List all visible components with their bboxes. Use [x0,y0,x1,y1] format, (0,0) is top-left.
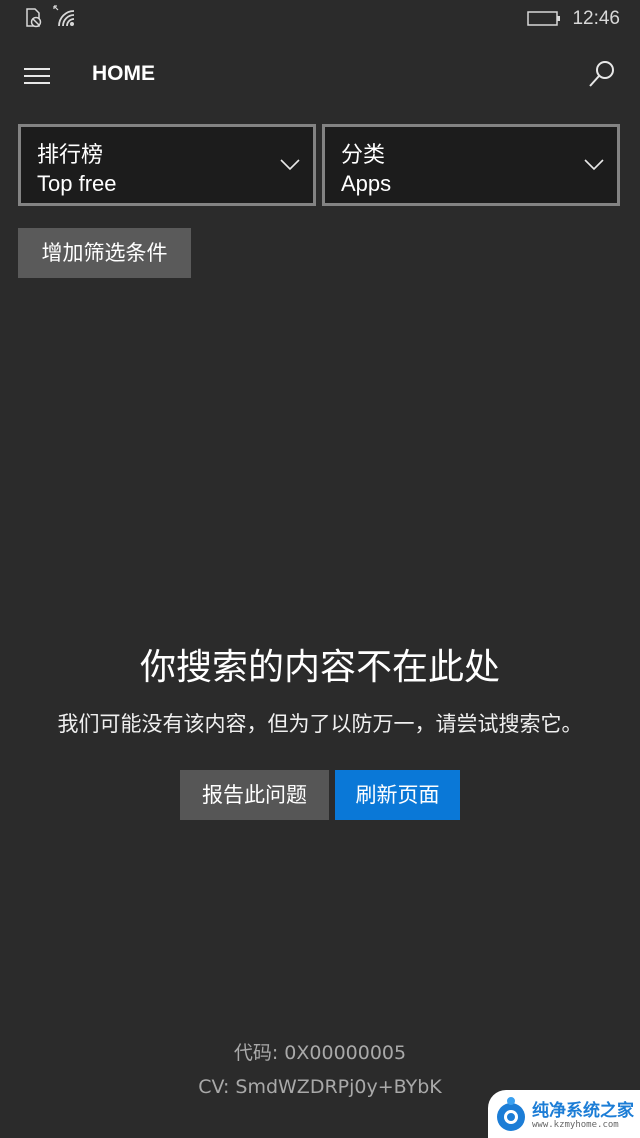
watermark-logo-icon [497,1097,525,1131]
refresh-page-button[interactable]: 刷新页面 [335,770,460,820]
app-bar: HOME [0,50,640,102]
clock: 12:46 [572,8,620,29]
category-dropdown[interactable]: 分类 Apps [322,124,620,206]
battery-icon [527,11,560,26]
status-bar: 12:46 [0,0,640,38]
report-issue-button[interactable]: 报告此问题 [180,770,329,820]
watermark-title: 纯净系统之家 [532,1101,634,1121]
hamburger-icon[interactable] [24,66,52,86]
error-code: 代码: 0X00000005 [233,1042,407,1064]
category-dropdown-label: 分类 [341,143,386,168]
page-title: HOME [92,62,155,85]
watermark: 纯净系统之家 www.kzmyhome.com [488,1090,640,1138]
empty-state-description: 我们可能没有该内容，但为了以防万一，请尝试搜索它。 [57,712,583,736]
search-icon[interactable] [586,58,618,92]
chevron-down-icon [280,159,300,171]
chart-dropdown-label: 排行榜 [37,143,104,168]
chart-dropdown-value: Top free [37,171,117,196]
watermark-url: www.kzmyhome.com [532,1120,619,1130]
chevron-down-icon [584,159,604,171]
add-filter-button[interactable]: 增加筛选条件 [18,228,191,278]
chart-dropdown[interactable]: 排行榜 Top free [18,124,316,206]
sim-blocked-icon [26,8,42,28]
empty-state-title: 你搜索的内容不在此处 [139,647,500,688]
wifi-icon [53,5,75,27]
category-dropdown-value: Apps [341,171,392,196]
